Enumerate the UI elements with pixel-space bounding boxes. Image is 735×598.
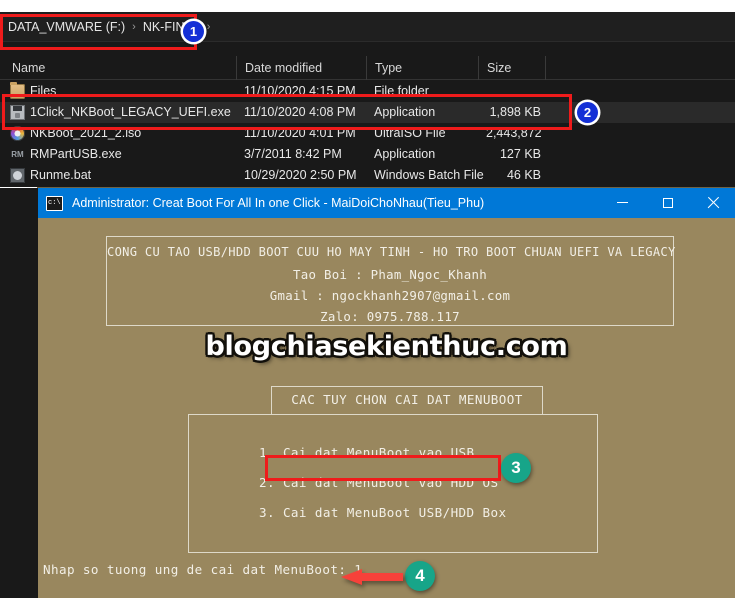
close-icon [707, 197, 719, 209]
file-date: 11/10/2020 4:08 PM [244, 105, 356, 119]
address-bar[interactable]: DATA_VMWARE (F:) › NK-FINAL › [0, 12, 735, 42]
console-prompt-line[interactable]: Nhap so tuong ung de cai dat MenuBoot: 1 [43, 562, 362, 577]
console-window: Administrator: Creat Boot For All In one… [0, 188, 735, 598]
file-type: Application [374, 147, 436, 161]
maximize-icon [662, 198, 673, 208]
banner-line-3: Gmail : ngockhanh2907@gmail.com [269, 288, 511, 303]
column-header-blank[interactable] [545, 56, 735, 80]
console-body[interactable]: CONG CU TAO USB/HDD BOOT CUU HO MAY TINH… [38, 218, 735, 598]
file-list: Files 11/10/2020 4:15 PM File folder 1Cl… [0, 81, 735, 186]
menu-item-install-usb[interactable]: 1. Cai dat MenuBoot vao USB [259, 445, 475, 460]
console-title-bar[interactable]: Administrator: Creat Boot For All In one… [38, 188, 735, 218]
screenshot-root: DATA_VMWARE (F:) › NK-FINAL › Name Date … [0, 0, 735, 598]
file-date: 11/10/2020 4:15 PM [244, 84, 356, 98]
window-controls [600, 188, 735, 218]
console-window-title: Administrator: Creat Boot For All In one… [72, 196, 485, 210]
breadcrumb-drive[interactable]: DATA_VMWARE (F:) [8, 20, 125, 34]
step-badge-1: 1 [183, 21, 204, 42]
banner-box: CONG CU TAO USB/HDD BOOT CUU HO MAY TINH… [106, 236, 676, 326]
breadcrumb-separator-icon-2: › [206, 20, 211, 33]
file-date: 10/29/2020 2:50 PM [244, 168, 357, 182]
column-header-row: Name Date modified Type Size [0, 56, 735, 80]
breadcrumb-separator-icon: › [132, 20, 136, 33]
minimize-button[interactable] [600, 188, 645, 218]
folder-icon [10, 82, 25, 99]
column-header-name[interactable]: Name [0, 56, 236, 80]
table-row[interactable]: 1Click_NKBoot_LEGACY_UEFI.exe 11/10/2020… [0, 102, 735, 123]
batch-file-icon [10, 168, 25, 183]
explorer-left-gutter [0, 188, 38, 598]
table-row[interactable]: Files 11/10/2020 4:15 PM File folder [0, 81, 735, 102]
application-icon [10, 105, 25, 120]
file-name: RMPartUSB.exe [30, 147, 122, 161]
file-size: 127 KB [499, 147, 541, 161]
table-row[interactable]: NKBoot_2021_2.iso 11/10/2020 4:01 PM Ult… [0, 123, 735, 144]
banner-line-1: CONG CU TAO USB/HDD BOOT CUU HO MAY TINH… [107, 245, 676, 259]
maximize-button[interactable] [645, 188, 690, 218]
column-header-date[interactable]: Date modified [236, 56, 366, 80]
banner-line-4: Zalo: 0975.788.117 [320, 309, 460, 324]
table-row[interactable]: Runme.bat 10/29/2020 2:50 PM Windows Bat… [0, 165, 735, 186]
file-type: UltraISO File [374, 126, 446, 140]
minimize-icon [617, 201, 628, 203]
menu-item-install-usb-hdd-box[interactable]: 3. Cai dat MenuBoot USB/HDD Box [259, 505, 506, 520]
console-app-icon [46, 195, 63, 211]
file-type: File folder [374, 84, 429, 98]
watermark-text: blogchiasekienthuc.com [205, 331, 568, 362]
file-size: 46 KB [506, 168, 541, 182]
file-date: 3/7/2011 8:42 PM [244, 147, 342, 161]
file-size: 2,443,872 KB [486, 126, 541, 140]
column-header-type[interactable]: Type [366, 56, 478, 80]
menu-options-box: 1. Cai dat MenuBoot vao USB 2. Cai dat M… [188, 414, 598, 553]
file-name: NKBoot_2021_2.iso [30, 126, 142, 140]
step-badge-2: 2 [577, 102, 598, 123]
disc-image-icon [10, 126, 25, 141]
menu-title: CAC TUY CHON CAI DAT MENUBOOT [271, 386, 543, 414]
file-type: Application [374, 105, 436, 119]
file-date: 11/10/2020 4:01 PM [244, 126, 356, 140]
file-name: Files [30, 84, 57, 98]
file-size: 1,898 KB [489, 105, 541, 119]
menu-item-install-hdd-os[interactable]: 2. Cai dat MenuBoot vao HDD OS [259, 475, 498, 490]
file-explorer-window: DATA_VMWARE (F:) › NK-FINAL › Name Date … [0, 12, 735, 187]
column-header-size[interactable]: Size [478, 56, 545, 80]
close-button[interactable] [690, 188, 735, 218]
file-name: Runme.bat [30, 168, 92, 182]
top-white-strip [0, 0, 735, 12]
file-type: Windows Batch File [374, 168, 484, 182]
step-badge-4: 4 [405, 561, 435, 591]
step-badge-3: 3 [501, 453, 531, 483]
file-name: 1Click_NKBoot_LEGACY_UEFI.exe [30, 105, 231, 119]
rm-application-icon: RM [11, 150, 24, 159]
table-row[interactable]: RM RMPartUSB.exe 3/7/2011 8:42 PM Applic… [0, 144, 735, 165]
banner-line-2: Tao Boi : Pham_Ngoc_Khanh [293, 267, 487, 282]
